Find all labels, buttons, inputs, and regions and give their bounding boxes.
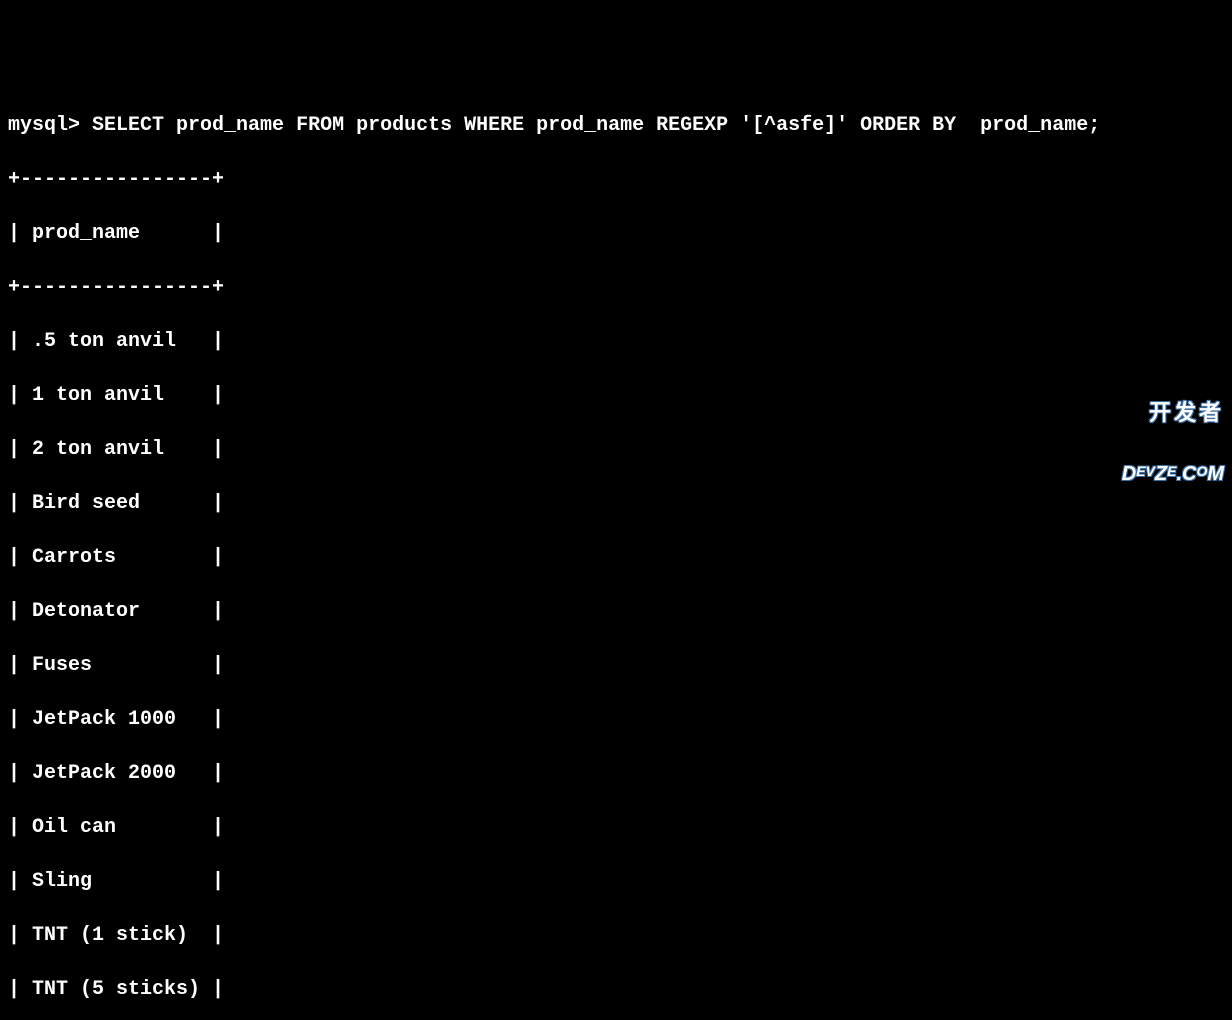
table-row: | TNT (5 sticks) | — [8, 976, 1224, 1003]
table-header: | prod_name | — [8, 220, 1224, 247]
table-row: | Fuses | — [8, 652, 1224, 679]
table-border-mid: +----------------+ — [8, 274, 1224, 301]
mysql-prompt: mysql> — [8, 114, 80, 137]
table-row: | 1 ton anvil | — [8, 382, 1224, 409]
sql-query: SELECT prod_name FROM products WHERE pro… — [92, 114, 1100, 137]
table-row: | Sling | — [8, 868, 1224, 895]
table-row: | Carrots | — [8, 544, 1224, 571]
table-row: | 2 ton anvil | — [8, 436, 1224, 463]
table-row: | .5 ton anvil | — [8, 328, 1224, 355]
table-row: | TNT (1 stick) | — [8, 922, 1224, 949]
table-row: | Bird seed | — [8, 490, 1224, 517]
query-line: mysql> SELECT prod_name FROM products WH… — [8, 112, 1224, 139]
table-row: | Detonator | — [8, 598, 1224, 625]
table-row: | JetPack 2000 | — [8, 760, 1224, 787]
watermark: 开发者 DEVZE.COM — [1122, 362, 1224, 504]
table-row: | Oil can | — [8, 814, 1224, 841]
table-row: | JetPack 1000 | — [8, 706, 1224, 733]
watermark-line2: DEVZE.COM — [1122, 464, 1224, 484]
table-border-top: +----------------+ — [8, 166, 1224, 193]
watermark-line1: 开发者 — [1122, 402, 1224, 424]
